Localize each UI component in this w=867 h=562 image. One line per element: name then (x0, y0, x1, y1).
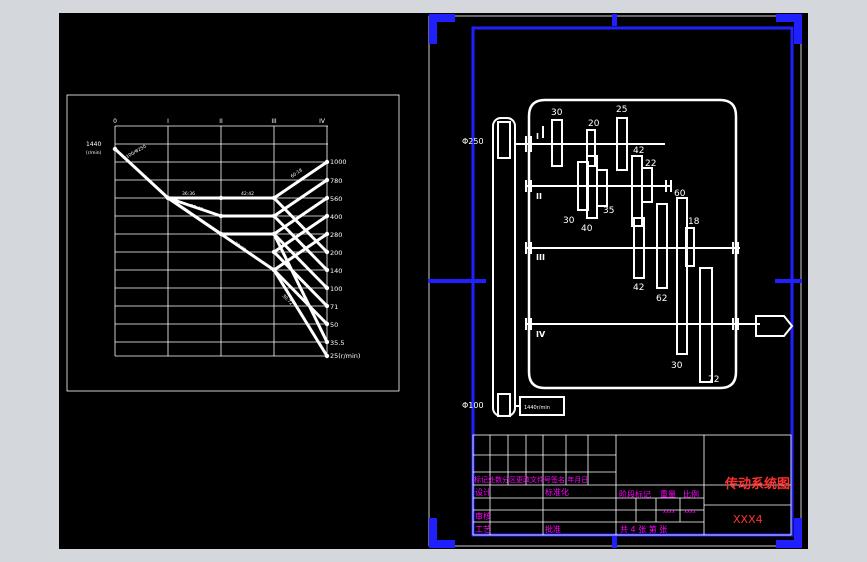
output-speed: 200 (330, 249, 342, 257)
standardization-label: 标准化 (545, 487, 569, 497)
drive-shaft-label: I (536, 132, 539, 141)
designer-label: 设计 (475, 487, 491, 497)
process-label: 工艺 (475, 525, 491, 534)
drive-shaft-label: IV (536, 330, 546, 339)
shaft-label: II (219, 118, 223, 125)
gear-label: 72 (708, 375, 719, 385)
gear-label: 35 (603, 206, 614, 216)
gear-label: 60 (674, 189, 686, 199)
drawing-title: 传动系统图 (724, 476, 790, 492)
grip-handle[interactable] (429, 14, 437, 44)
gear-label: 62 (656, 294, 667, 304)
shaft-label: 0 (113, 118, 117, 125)
output-speed: 50 (330, 321, 338, 329)
gear-label: 30 (551, 108, 563, 118)
output-speed: 25(r/min) (330, 352, 360, 360)
gear-label: 18 (688, 217, 700, 227)
weight-value: xxxx (663, 509, 675, 515)
gear-label: 20 (588, 119, 600, 129)
approve-label: 批准 (545, 524, 561, 534)
grip-handle[interactable] (775, 279, 802, 283)
shaft-label: IV (319, 118, 326, 125)
motor-label: 1440r/min (524, 405, 550, 411)
gear-label: 30 (563, 216, 575, 226)
gear-label: 40 (581, 224, 593, 234)
gear-label: 42 (633, 146, 644, 156)
motor-unit: (r/min) (86, 150, 102, 156)
gear-label: 22 (645, 159, 656, 169)
grip-handle[interactable] (428, 279, 486, 283)
pulley-bottom-label: Φ100 (462, 401, 484, 410)
motor-speed: 1440 (86, 141, 101, 148)
drawing-code: XXX4 (733, 513, 763, 526)
output-speed: 560 (330, 195, 342, 203)
gear-label: 30 (671, 361, 683, 371)
output-speed: 280 (330, 231, 342, 239)
output-speed: 35.5 (330, 339, 344, 347)
stage-marks-label: 阶段标记 (619, 489, 651, 499)
output-speed: 1000 (330, 158, 347, 166)
output-speed: 140 (330, 267, 342, 275)
review-label: 审核 (475, 511, 491, 521)
revision-row-label: 标记处数分区更改文件号签名 年月日 (474, 475, 588, 484)
grip-handle[interactable] (612, 536, 617, 548)
ratio-label: 42:42 (241, 191, 254, 197)
scale-value: xxxx (684, 509, 696, 515)
sheet-count: 共 4 张 第 张 (620, 524, 667, 534)
shaft-label: III (271, 118, 277, 125)
grip-handle[interactable] (429, 518, 437, 548)
gear-label: 42 (633, 283, 644, 293)
grip-handle[interactable] (794, 518, 802, 548)
output-speed: 100 (330, 285, 342, 293)
shaft-label: I (167, 118, 169, 125)
cad-canvas: 0 I II III IV 1440 (r/min) 1000 780 560 … (59, 13, 808, 549)
output-speed: 400 (330, 213, 342, 221)
drive-shaft-label: III (536, 253, 545, 262)
output-speed: 780 (330, 177, 342, 185)
grip-handle[interactable] (794, 14, 802, 44)
output-speed: 71 (330, 303, 338, 311)
drive-shaft-label: II (536, 192, 542, 201)
scale-label: 比例 (683, 489, 699, 499)
ratio-label: 36:36 (182, 191, 195, 197)
pulley-top-label: Φ250 (462, 137, 484, 146)
gear-label: 25 (616, 105, 627, 115)
weight-label: 重量 (660, 489, 676, 499)
grip-handle[interactable] (612, 14, 617, 26)
